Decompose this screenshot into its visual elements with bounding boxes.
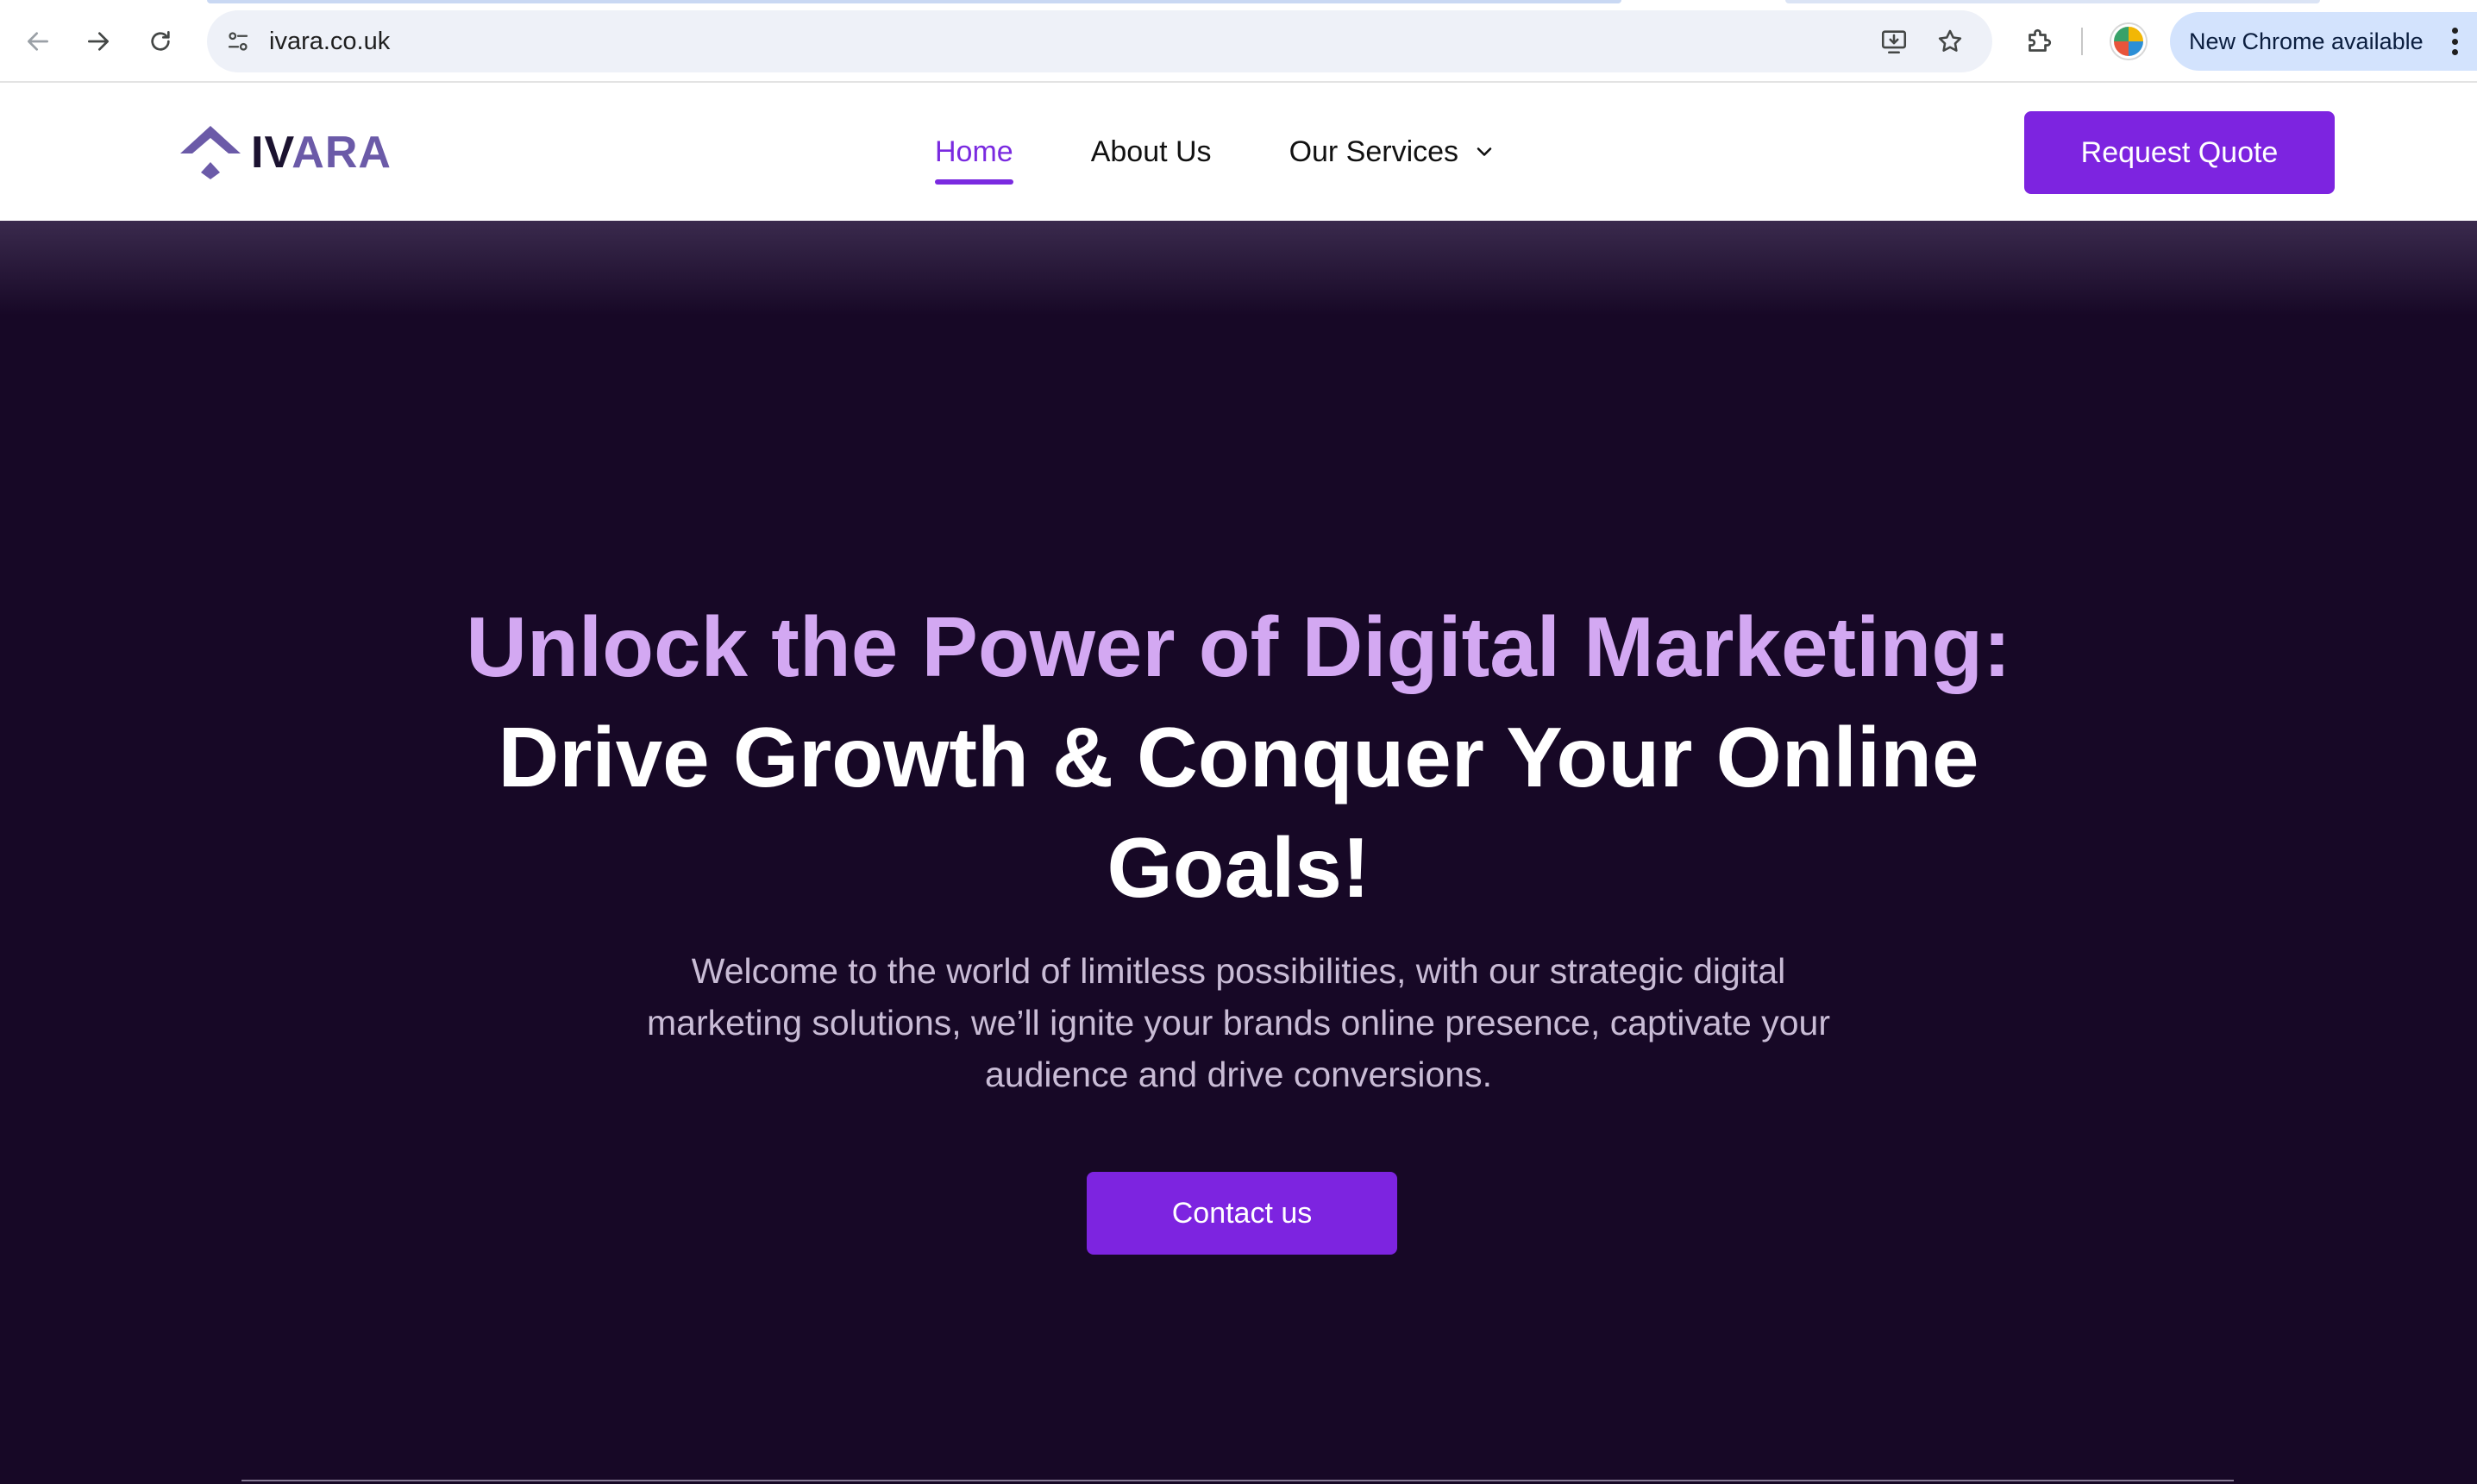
reload-icon — [151, 31, 170, 51]
logo-text-accent: ARA — [292, 128, 392, 178]
hero-section: Unlock the Power of Digital Marketing: D… — [0, 221, 2477, 1484]
headline-line-1: Unlock the Power of Digital Marketing: — [466, 599, 2011, 694]
site-header: IVARA Home About Us Our Services Request… — [0, 83, 2477, 221]
install-app-button[interactable] — [1875, 22, 1913, 60]
star-icon — [1938, 29, 1962, 52]
chevron-down-icon — [1477, 147, 1492, 156]
extensions-button[interactable] — [2018, 21, 2060, 62]
forward-button[interactable] — [78, 21, 119, 62]
reload-button[interactable] — [140, 21, 181, 62]
site-logo[interactable]: IVARA — [177, 122, 392, 183]
url-text[interactable]: ivara.co.uk — [269, 10, 390, 72]
tab-strip-edge — [207, 0, 1621, 3]
back-button[interactable] — [17, 21, 59, 62]
nav-our-services-label: Our Services — [1289, 135, 1459, 168]
request-quote-button[interactable]: Request Quote — [2024, 111, 2335, 194]
hero-top-shade — [0, 221, 2477, 316]
address-bar[interactable]: ivara.co.uk — [207, 10, 1992, 72]
headline-line-3: Goals! — [1107, 820, 1370, 915]
puzzle-icon — [2029, 28, 2052, 52]
site-info-button[interactable] — [217, 21, 259, 62]
main-nav: Home About Us Our Services — [935, 83, 1574, 221]
install-app-icon — [1881, 30, 1907, 54]
section-bottom-edge — [241, 1480, 2234, 1484]
back-arrow-icon — [28, 32, 48, 51]
profile-avatar[interactable] — [2111, 24, 2146, 59]
nav-home[interactable]: Home — [935, 135, 1013, 185]
nav-our-services[interactable]: Our Services — [1289, 135, 1497, 169]
nav-about-us[interactable]: About Us — [1091, 135, 1212, 169]
forward-arrow-icon — [88, 32, 109, 51]
new-chrome-available-button[interactable]: New Chrome available — [2170, 12, 2477, 71]
contact-us-button[interactable]: Contact us — [1087, 1172, 1397, 1255]
tab-strip-edge-secondary — [1785, 0, 2320, 3]
tune-icon — [228, 32, 248, 51]
browser-toolbar: ivara.co.uk New Chrome available — [0, 0, 2477, 83]
headline-line-2: Drive Growth & Conquer Your Online — [498, 710, 1979, 805]
logo-wordmark: IVARA — [251, 127, 392, 178]
bookmark-button[interactable] — [1931, 22, 1969, 60]
logo-text-dark: IV — [251, 128, 292, 178]
three-dots-icon — [2451, 28, 2458, 55]
update-label: New Chrome available — [2189, 28, 2424, 54]
hero-headline: Unlock the Power of Digital Marketing: D… — [0, 592, 2477, 923]
toolbar-divider — [2081, 28, 2083, 55]
hero-intro-text: Welcome to the world of limitless possib… — [647, 951, 1830, 1094]
ivara-logo-icon — [180, 126, 241, 179]
